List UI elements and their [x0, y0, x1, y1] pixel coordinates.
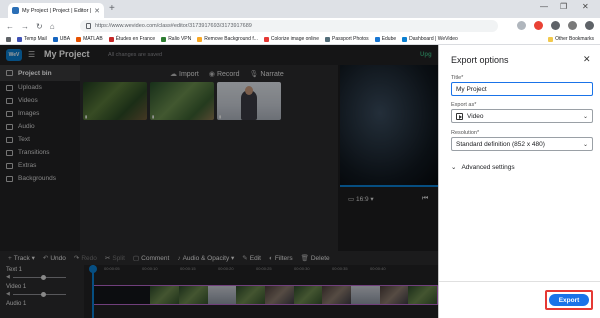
video-icon [456, 112, 463, 120]
home-icon[interactable]: ⌂ [50, 22, 55, 31]
maximize-icon[interactable]: ❐ [560, 2, 567, 11]
export-as-select[interactable]: Video ⌄ [451, 109, 593, 123]
chevron-down-icon: ⌄ [582, 113, 588, 120]
bookmark-item[interactable]: Temp Mail [17, 36, 47, 42]
bookmark-item[interactable]: Colorize image online [263, 36, 319, 42]
modal-scrim[interactable] [0, 45, 438, 318]
chevron-down-icon: ⌄ [451, 164, 457, 171]
bookmark-item[interactable]: Remove Background f... [197, 36, 258, 42]
bookmark-item[interactable]: Edube [374, 36, 397, 42]
close-icon[interactable]: ✕ [583, 54, 591, 65]
bookmark-item[interactable]: Ralio VPN [161, 36, 191, 42]
bookmark-item[interactable]: UBA [52, 36, 71, 42]
bookmark-label: UBA [59, 36, 71, 42]
bookmark-item[interactable]: MATLAB [76, 36, 103, 42]
bookmark-favicon-icon [52, 36, 58, 42]
url-text: https://www.wevideo.com/class#editor/317… [95, 23, 252, 29]
other-bookmarks[interactable]: Other Bookmarks [548, 36, 594, 42]
window-close-icon[interactable]: ✕ [582, 2, 589, 11]
bookmark-label: Dashboard | WeVideo [409, 36, 458, 42]
bookmark-item[interactable]: Dashboard | WeVideo [402, 36, 458, 42]
bookmark-label: Études en France [115, 36, 156, 42]
divider [439, 281, 600, 282]
extensions-puzzle-icon[interactable] [551, 21, 560, 30]
bookmark-label: Remove Background f... [204, 36, 258, 42]
bookmark-favicon-icon [161, 36, 167, 42]
browser-tabstrip: My Project | Project | Editor | W ✕ + — … [0, 0, 600, 18]
advanced-settings-toggle[interactable]: ⌄ Advanced settings [451, 163, 515, 172]
browser-toolbar: ← → ↻ ⌂ https://www.wevideo.com/class#ed… [0, 18, 600, 34]
title-input[interactable]: My Project [451, 82, 593, 96]
apps-grid-icon [6, 36, 11, 42]
export-button[interactable]: Export [549, 294, 589, 306]
bookmarks-bar: Temp Mail UBA MATLAB Études en France Ra… [0, 34, 600, 45]
bookmark-item[interactable]: Passport Photos [325, 36, 369, 42]
folder-icon [548, 36, 554, 42]
bookmark-favicon-icon [17, 36, 22, 42]
resolution-select[interactable]: Standard definition (852 x 480) ⌄ [451, 137, 593, 151]
export-options-panel: Export options ✕ Title* My Project Expor… [438, 45, 600, 318]
bookmark-item[interactable]: Études en France [108, 36, 156, 42]
reload-icon[interactable]: ↻ [36, 22, 43, 31]
wevideo-favicon-icon [12, 7, 19, 14]
export-as-value: Video [467, 112, 484, 120]
bookmark-label: Ralio VPN [168, 36, 192, 42]
resolution-label: Resolution* [451, 130, 480, 136]
export-as-label: Export as* [451, 102, 477, 108]
address-bar[interactable]: https://www.wevideo.com/class#editor/317… [80, 20, 498, 32]
bookmark-favicon-icon [76, 36, 82, 42]
tab-title: My Project | Project | Editor | W [22, 7, 92, 14]
bookmark-label: MATLAB [83, 36, 103, 42]
title-input-value: My Project [456, 85, 487, 93]
bookmark-favicon-icon [108, 36, 114, 42]
tab-close-icon[interactable]: ✕ [94, 7, 100, 15]
resolution-value: Standard definition (852 x 480) [456, 140, 545, 148]
bookmark-label: Passport Photos [332, 36, 369, 42]
bookmark-favicon-icon [374, 36, 380, 42]
minimize-icon[interactable]: — [540, 2, 548, 11]
panel-title: Export options [451, 55, 509, 65]
bookmark-star-icon[interactable] [517, 21, 526, 30]
bookmark-favicon-icon [325, 36, 330, 42]
bookmark-favicon-icon [197, 36, 203, 42]
chevron-down-icon: ⌄ [582, 141, 588, 148]
browser-tab[interactable]: My Project | Project | Editor | W ✕ [8, 3, 104, 18]
bookmark-label: Temp Mail [24, 36, 47, 42]
back-icon[interactable]: ← [6, 22, 14, 31]
extension-icon[interactable] [534, 21, 543, 30]
menu-kebab-icon[interactable] [585, 21, 594, 30]
export-highlight: Export [545, 290, 593, 310]
bookmark-label: Colorize image online [270, 36, 319, 42]
bookmark-favicon-icon [263, 36, 269, 42]
title-field-label: Title* [451, 75, 464, 81]
profile-avatar[interactable] [568, 21, 577, 30]
lock-icon [86, 23, 91, 29]
bookmark-label: Edube [381, 36, 397, 42]
new-tab-icon[interactable]: + [109, 3, 115, 15]
other-bookmarks-label: Other Bookmarks [555, 36, 594, 42]
forward-icon[interactable]: → [21, 22, 29, 31]
bookmark-favicon-icon [402, 36, 408, 42]
advanced-settings-label: Advanced settings [461, 163, 515, 171]
bookmark-apps[interactable] [6, 36, 11, 42]
